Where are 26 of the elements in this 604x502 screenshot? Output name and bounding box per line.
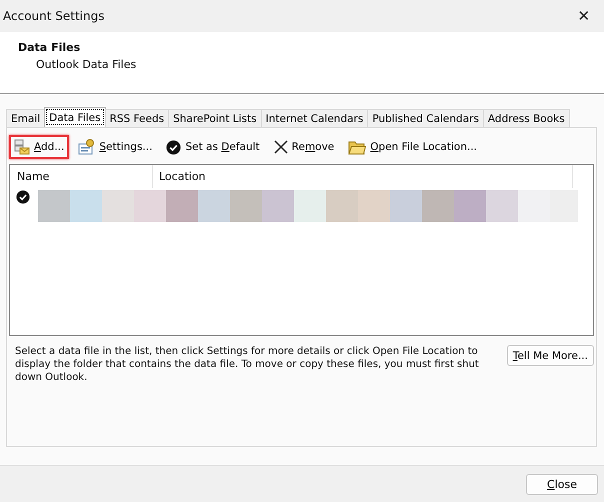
- column-header: Name: [10, 165, 153, 188]
- tab[interactable]: Internet Calendars: [260, 109, 368, 127]
- check-circle-icon: [166, 140, 182, 154]
- column-header: Location: [158, 170, 206, 183]
- description-text: Select a data file in the list, then click Settings for more details or click Open File Location to display the folder that contains the data file. To move or copy these files, you must first shut down Outlook.: [15, 345, 480, 384]
- section-title: Data Files: [18, 41, 82, 54]
- tab[interactable]: Published Calendars: [367, 109, 484, 127]
- tell-me-more-button[interactable]: Tell Me More...: [506, 345, 594, 366]
- tab[interactable]: SharePoint Lists: [168, 109, 262, 127]
- close-dialog-button[interactable]: Close: [526, 474, 598, 494]
- folder-icon: [348, 140, 366, 154]
- window-title: Account Settings: [3, 9, 104, 23]
- close-button[interactable]: ✕: [564, 0, 604, 32]
- tab[interactable]: RSS Feeds: [104, 109, 170, 127]
- remove-icon: [274, 140, 288, 154]
- toolbar-button[interactable]: Remove: [268, 136, 340, 158]
- tab[interactable]: Address Books: [482, 109, 570, 127]
- toolbar-button[interactable]: Add...: [9, 135, 70, 159]
- tab[interactable]: Email: [6, 109, 46, 127]
- settings-icon: [78, 139, 96, 155]
- add-file-icon: [14, 139, 30, 155]
- toolbar-button[interactable]: Set as Default: [161, 136, 265, 158]
- toolbar-button[interactable]: Settings...: [73, 135, 158, 159]
- tab[interactable]: Data Files: [44, 107, 106, 127]
- section-subtitle: Outlook Data Files: [35, 58, 138, 71]
- toolbar-button[interactable]: Open File Location...: [343, 136, 482, 158]
